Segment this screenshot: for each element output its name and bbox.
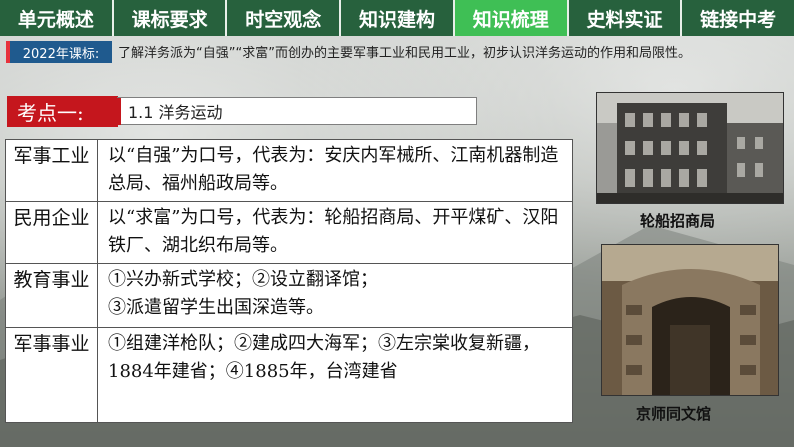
photo1-caption: 轮船招商局 bbox=[640, 212, 716, 230]
nav-tab-unit-overview[interactable]: 单元概述 bbox=[0, 0, 114, 36]
nav-tab-evidence[interactable]: 史料实证 bbox=[568, 0, 683, 36]
content-table: 军事工业 以“自强”为口号，代表为：安庆内军械所、江南机器制造总局、福州船政局等… bbox=[5, 139, 573, 423]
nav-tab-exam-link[interactable]: 链接中考 bbox=[682, 0, 794, 36]
top-nav: 单元概述 课标要求 时空观念 知识建构 知识梳理 史料实证 链接中考 bbox=[0, 0, 794, 36]
nav-tab-curriculum[interactable]: 课标要求 bbox=[113, 0, 228, 36]
standard-text: 了解洋务派为“自强”“求富”而创办的主要军事工业和民用工业，初步认识洋务运动的作… bbox=[118, 46, 691, 61]
row-head: 军事事业 bbox=[5, 327, 98, 423]
key-point-accent-bar bbox=[117, 98, 121, 125]
photo-tongwen-guan bbox=[601, 244, 779, 396]
nav-tab-knowledge-sort[interactable]: 知识梳理 bbox=[454, 0, 569, 36]
table-row: 教育事业 ①兴办新式学校；②设立翻译馆； ③派遣留学生出国深造等。 bbox=[5, 263, 573, 328]
row-head: 教育事业 bbox=[5, 263, 98, 328]
row-body-line: ③派遣留学生出国深造等。 bbox=[108, 297, 324, 318]
row-body: ①兴办新式学校；②设立翻译馆； ③派遣留学生出国深造等。 bbox=[97, 263, 573, 328]
row-head: 军事工业 bbox=[5, 139, 98, 202]
row-head: 民用企业 bbox=[5, 201, 98, 264]
nav-tab-knowledge-build[interactable]: 知识建构 bbox=[341, 0, 455, 36]
row-body-line: ①兴办新式学校；②设立翻译馆； bbox=[108, 269, 378, 290]
standard-badge: 2022年课标: bbox=[6, 41, 112, 63]
table-row: 军事事业 ①组建洋枪队；②建成四大海军；③左宗棠收复新疆，1884年建省；④18… bbox=[5, 327, 573, 423]
key-point-title: 1.1 洋务运动 bbox=[117, 97, 477, 125]
photo2-caption: 京师同文馆 bbox=[636, 405, 712, 423]
row-body: 以“求富”为口号，代表为：轮船招商局、开平煤矿、汉阳铁厂、湖北织布局等。 bbox=[97, 201, 573, 264]
table-row: 军事工业 以“自强”为口号，代表为：安庆内军械所、江南机器制造总局、福州船政局等… bbox=[5, 139, 573, 202]
row-body: ①组建洋枪队；②建成四大海军；③左宗棠收复新疆，1884年建省；④1885年，台… bbox=[97, 327, 573, 423]
key-point-badge: 考点一: bbox=[7, 96, 118, 127]
row-body: 以“自强”为口号，代表为：安庆内军械所、江南机器制造总局、福州船政局等。 bbox=[97, 139, 573, 202]
table-row: 民用企业 以“求富”为口号，代表为：轮船招商局、开平煤矿、汉阳铁厂、湖北织布局等… bbox=[5, 201, 573, 264]
nav-tab-time-space[interactable]: 时空观念 bbox=[227, 0, 342, 36]
photo-steamship-company bbox=[596, 92, 784, 204]
